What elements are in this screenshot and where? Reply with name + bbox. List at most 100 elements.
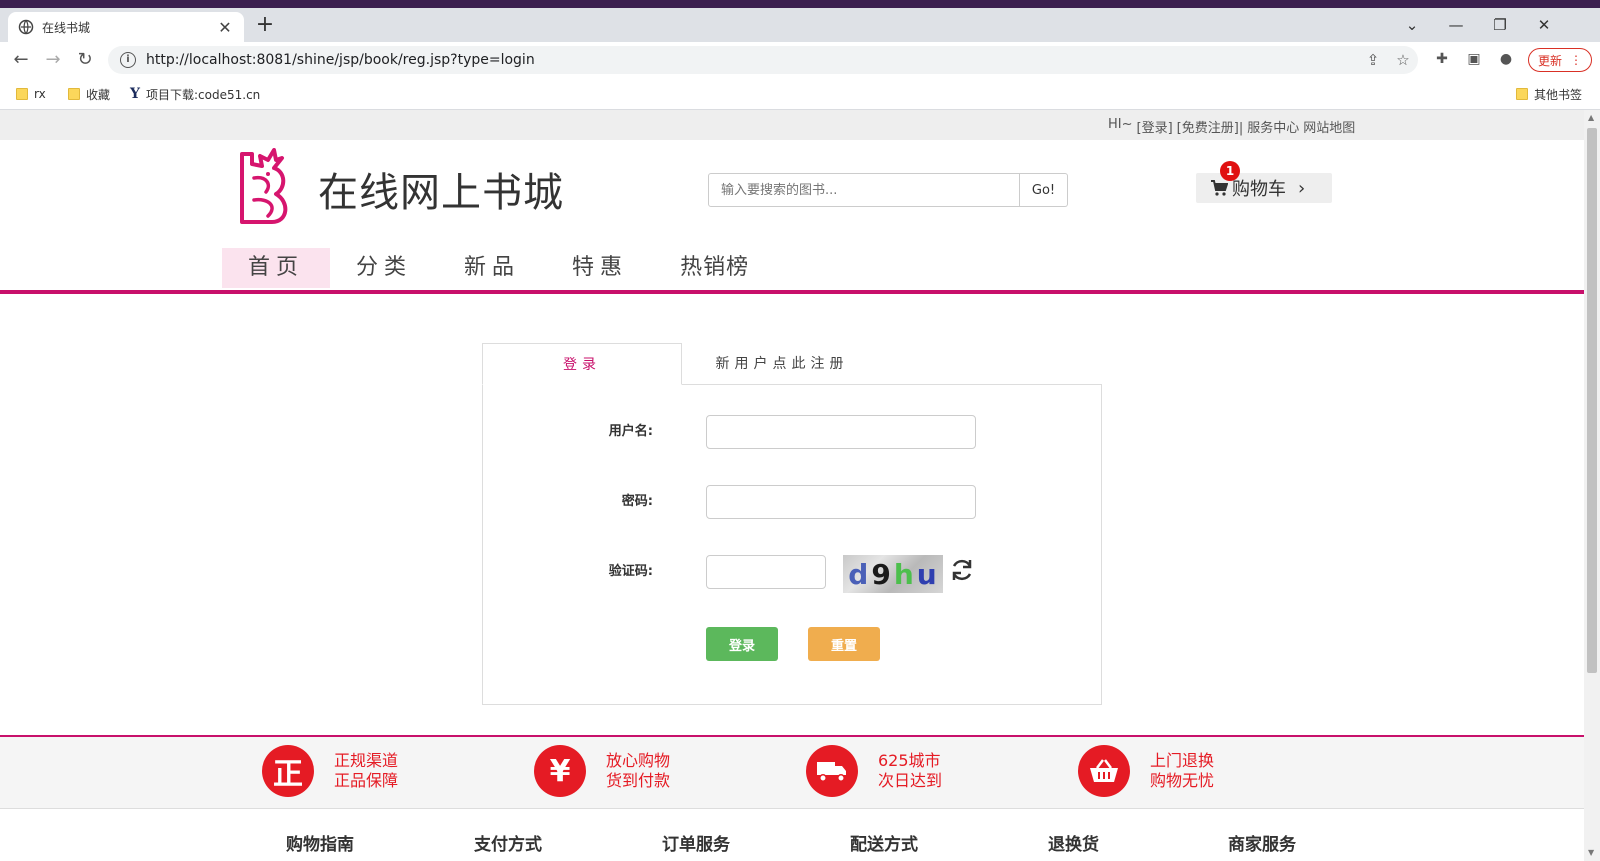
feature-line2: 购物无忧 <box>1150 771 1215 790</box>
minimize-button[interactable]: — <box>1434 12 1478 38</box>
tab-title: 在线书城 <box>42 20 91 35</box>
tab-search-chevron-icon[interactable]: ⌄ <box>1390 12 1434 38</box>
scroll-up-icon[interactable]: ▲ <box>1588 113 1594 122</box>
password-label: 密码: <box>621 494 653 509</box>
captcha-image[interactable]: d 9 h u <box>843 555 943 593</box>
tab-register[interactable]: 新用户点此注册 <box>682 343 882 385</box>
address-bar[interactable]: i http://localhost:8081/shine/jsp/book/r… <box>108 46 1418 74</box>
footer-guides: 购物指南 支付方式 订单服务 配送方式 退换货 商家服务 <box>0 830 1584 861</box>
browser-toolbar: ← → ↻ i http://localhost:8081/shine/jsp/… <box>0 42 1600 78</box>
reset-button[interactable]: 重置 <box>808 627 880 661</box>
bookmark-label: rx <box>34 87 46 101</box>
scroll-down-icon[interactable]: ▼ <box>1588 848 1594 857</box>
cart-label: 购物车 <box>1232 179 1286 200</box>
password-input[interactable] <box>706 485 976 519</box>
password-row: 密码: <box>483 485 1103 519</box>
yen-icon: ¥ <box>534 745 586 797</box>
url-text[interactable]: http://localhost:8081/shine/jsp/book/reg… <box>146 52 1358 68</box>
profile-avatar-icon[interactable]: ● <box>1496 51 1516 71</box>
site-logo[interactable] <box>232 144 296 230</box>
feature-line1: 625城市 <box>878 751 941 770</box>
guide-returns[interactable]: 退换货 <box>1048 830 1099 855</box>
service-center-link[interactable]: 服务中心 <box>1247 117 1299 136</box>
update-label: 更新 <box>1537 53 1562 68</box>
shopping-cart-icon <box>1210 179 1229 197</box>
nav-item-sale[interactable]: 特惠 <box>546 248 654 288</box>
captcha-row: 验证码: d 9 h u <box>483 555 1103 593</box>
y-logo-icon: Y <box>130 86 140 102</box>
folder-icon <box>1516 88 1528 100</box>
login-submit-button[interactable]: 登录 <box>706 627 778 661</box>
share-icon[interactable]: ⇪ <box>1358 51 1388 69</box>
update-button[interactable]: 更新 ⋮ <box>1528 48 1592 72</box>
bookmarks-bar: rx 收藏 Y 项目下载:code51.cn 其他书签 <box>0 78 1600 110</box>
bookmark-other[interactable]: 其他书签 <box>1516 85 1582 103</box>
search-input[interactable] <box>708 173 1020 207</box>
extensions-puzzle-icon[interactable]: ✚ <box>1432 51 1452 71</box>
bookmark-favorites[interactable]: 收藏 <box>68 85 110 103</box>
main-nav: 首页 分类 新品 特惠 热销榜 <box>222 248 775 288</box>
star-bookmark-icon[interactable]: ☆ <box>1388 51 1418 69</box>
guide-merchant[interactable]: 商家服务 <box>1228 830 1296 855</box>
tab-close-icon[interactable]: ✕ <box>216 18 234 37</box>
feature-line1: 上门退换 <box>1150 751 1215 770</box>
feature-line2: 货到付款 <box>606 771 671 790</box>
nav-item-category[interactable]: 分类 <box>330 248 438 288</box>
captcha-label: 验证码: <box>608 564 653 579</box>
feature-cod: ¥ 放心购物 货到付款 <box>534 745 670 797</box>
nav-item-home[interactable]: 首页 <box>222 248 331 288</box>
browser-tab-active[interactable]: 在线书城 ✕ <box>8 12 244 42</box>
register-link[interactable]: [免费注册]| <box>1177 117 1244 136</box>
bookmark-rx[interactable]: rx <box>16 85 46 103</box>
restore-button[interactable]: ❐ <box>1478 12 1522 38</box>
nav-divider <box>0 290 1584 294</box>
feature-delivery: 625城市 次日达到 <box>806 745 942 797</box>
truck-icon <box>806 745 858 797</box>
search-go-button[interactable]: Go! <box>1020 173 1068 207</box>
guide-shipping[interactable]: 配送方式 <box>850 830 918 855</box>
bookmark-label: 收藏 <box>86 87 111 102</box>
side-panel-icon[interactable]: ▣ <box>1464 51 1484 71</box>
new-tab-button[interactable]: + <box>252 13 278 39</box>
login-link[interactable]: [登录] <box>1137 117 1173 136</box>
site-info-icon[interactable]: i <box>120 52 136 68</box>
refresh-captcha-icon[interactable] <box>949 557 977 585</box>
guide-orders[interactable]: 订单服务 <box>662 830 730 855</box>
login-form: 用户名: 密码: 验证码: d 9 h u 登录 重置 <box>482 384 1102 705</box>
sitemap-link[interactable]: 网站地图 <box>1303 117 1355 136</box>
guide-shopping[interactable]: 购物指南 <box>286 830 354 855</box>
kebab-menu-icon: ⋮ <box>1570 53 1582 67</box>
nav-item-new[interactable]: 新品 <box>438 248 546 288</box>
guide-payment[interactable]: 支付方式 <box>474 830 542 855</box>
features-strip: 正 正规渠道 正品保障 ¥ 放心购物 货到付款 625城市 次日达到 上门退换 购物无忧 <box>0 737 1584 809</box>
browser-tab-bar: 在线书城 ✕ + ⌄ — ❐ ✕ <box>0 8 1600 42</box>
page-scrollbar[interactable]: ▲ ▼ <box>1584 110 1600 861</box>
authentic-icon: 正 <box>262 745 314 797</box>
back-arrow-icon[interactable]: ← <box>8 47 34 73</box>
cart-button[interactable]: 1 购物车 › <box>1196 161 1332 203</box>
folder-icon <box>16 88 28 100</box>
top-utility-bar: HI~ [登录] [免费注册]| 服务中心 网站地图 <box>0 110 1584 140</box>
forward-arrow-icon[interactable]: → <box>40 47 66 73</box>
scrollbar-thumb[interactable] <box>1587 128 1597 673</box>
bookmark-code51[interactable]: Y 项目下载:code51.cn <box>130 85 260 103</box>
nav-item-bestseller[interactable]: 热销榜 <box>654 248 775 288</box>
feature-line2: 次日达到 <box>878 771 943 790</box>
captcha-char: u <box>916 557 938 591</box>
captcha-input[interactable] <box>706 555 826 589</box>
tab-login[interactable]: 登录 <box>482 343 682 385</box>
search-bar: Go! <box>708 173 1068 207</box>
feature-line1: 放心购物 <box>606 751 671 770</box>
feature-line2: 正品保障 <box>334 771 399 790</box>
folder-icon <box>68 88 80 100</box>
username-input[interactable] <box>706 415 976 449</box>
username-label: 用户名: <box>608 424 653 439</box>
chevron-right-icon: › <box>1298 177 1306 199</box>
close-window-button[interactable]: ✕ <box>1522 12 1566 38</box>
bookmark-label: 其他书签 <box>1534 87 1583 102</box>
reload-icon[interactable]: ↻ <box>72 47 98 73</box>
basket-icon <box>1078 745 1130 797</box>
captcha-char: h <box>893 557 915 591</box>
feature-returns: 上门退换 购物无忧 <box>1078 745 1214 797</box>
globe-icon <box>18 19 34 35</box>
